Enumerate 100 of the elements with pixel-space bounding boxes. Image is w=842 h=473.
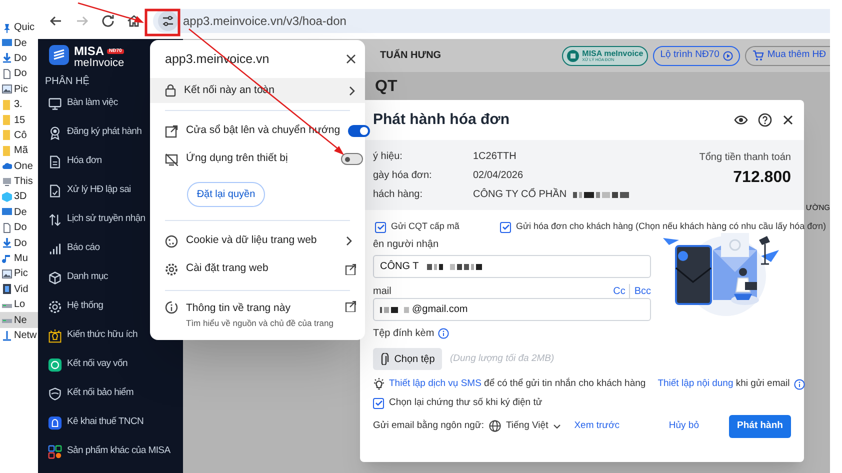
- logo-icon: [567, 50, 580, 62]
- highlight-box: [144, 8, 180, 36]
- publish-button[interactable]: Phát hành: [729, 414, 791, 438]
- navigation-item[interactable]: Do: [0, 220, 38, 236]
- folder-icon: [2, 100, 12, 110]
- lightbulb-icon: [48, 328, 62, 342]
- help-icon[interactable]: [758, 113, 772, 127]
- cc-link[interactable]: Cc: [609, 284, 630, 298]
- menu-item[interactable]: Báo cáo: [67, 241, 100, 256]
- eye-icon[interactable]: [734, 113, 748, 127]
- info-icon: [165, 301, 178, 314]
- navigation-item[interactable]: Mã: [0, 143, 38, 159]
- cancel-button[interactable]: Hủy bỏ: [668, 418, 699, 434]
- navigation-item[interactable]: This: [0, 174, 38, 190]
- row-label: Cài đặt trang web: [186, 261, 270, 276]
- external-link-icon: [345, 264, 356, 274]
- play-icon: [723, 50, 734, 60]
- toggle-switch[interactable]: [341, 153, 363, 165]
- monitor-icon: [2, 207, 12, 218]
- folder-icon: [2, 146, 12, 156]
- bcc-link[interactable]: Bcc: [630, 284, 651, 298]
- menu-row[interactable]: Cookie và dữ liệu trang web: [150, 227, 365, 255]
- menu-item[interactable]: Kết nối vay vốn: [67, 357, 128, 372]
- navigation-item[interactable]: 3D: [0, 189, 38, 205]
- field-label: hách hàng:: [373, 188, 424, 202]
- menu-item[interactable]: Đăng ký phát hành: [67, 125, 142, 140]
- menu-item[interactable]: Hệ thống: [67, 299, 104, 314]
- navigation-item[interactable]: Do: [0, 50, 38, 66]
- navigation-item[interactable]: Do: [0, 66, 38, 82]
- tune-icon: [162, 15, 174, 27]
- menu-item[interactable]: Kiến thức hữu ích: [67, 328, 138, 343]
- menu-item[interactable]: Kê khai thuế TNCN: [67, 415, 144, 430]
- navigation-item[interactable]: One: [0, 158, 38, 174]
- close-icon[interactable]: [346, 54, 356, 64]
- menu-item[interactable]: Kết nối bảo hiểm: [67, 386, 134, 401]
- checkbox[interactable]: [373, 398, 384, 408]
- navigation-item[interactable]: Cô: [0, 128, 38, 144]
- menu-item[interactable]: Hóa đơn: [67, 154, 102, 169]
- navigation-item[interactable]: Quic: [0, 20, 38, 36]
- reset-permissions-button[interactable]: Đặt lại quyền: [187, 182, 265, 207]
- navigation-item[interactable]: Vid: [0, 282, 38, 298]
- roadmap-button[interactable]: Lộ trình NĐ70: [653, 46, 740, 66]
- info-icon[interactable]: [438, 328, 450, 338]
- download-icon: [2, 238, 12, 248]
- up-down-arrows-icon: [48, 212, 62, 226]
- language-dropdown[interactable]: Tiếng Việt: [488, 418, 562, 434]
- hint-text: Thiết lập nội dung khi gửi email: [658, 376, 790, 391]
- menu-row[interactable]: Thông tin về trang này Tìm hiểu về nguồn và chủ đề của trang: [150, 291, 365, 330]
- menu-item[interactable]: Danh mục: [67, 270, 108, 285]
- checkbox[interactable]: [500, 222, 511, 232]
- menu-item[interactable]: Bàn làm việc: [67, 96, 118, 111]
- site-info-button[interactable]: [158, 11, 178, 31]
- navigation-item[interactable]: Mu: [0, 250, 38, 266]
- email-field[interactable]: @gmail.com: [373, 298, 651, 321]
- navigation-item[interactable]: 3.: [0, 96, 38, 112]
- settings-link[interactable]: Thiết lập dịch vụ SMS: [389, 378, 482, 389]
- cart-icon: [752, 50, 764, 62]
- folder-icon: [2, 115, 12, 126]
- lock-icon: [165, 84, 176, 97]
- menu-item[interactable]: Lịch sử truyền nhận: [67, 212, 146, 227]
- recipient-field[interactable]: CÔNG T: [373, 255, 651, 278]
- chevron-right-icon: [348, 86, 356, 96]
- navigation-item[interactable]: Pic: [0, 266, 38, 282]
- row-label: Cookie và dữ liệu trang web: [186, 233, 318, 248]
- row-description: Tìm hiểu về nguồn và chủ đề của trang: [186, 316, 334, 330]
- buy-more-button[interactable]: Mua thêm HĐ: [745, 46, 830, 66]
- navigation-item[interactable]: Ne: [0, 312, 38, 328]
- navigation-item[interactable]: Lo: [0, 297, 38, 312]
- menu-item[interactable]: Xử lý HĐ lập sai: [67, 183, 131, 198]
- address-bar[interactable]: app3.meinvoice.vn/v3/hoa-don: [153, 9, 830, 33]
- logo-text: MISA: [74, 45, 104, 57]
- annotation-arrow: [78, 2, 144, 23]
- settings-link[interactable]: Thiết lập nội dung: [658, 378, 734, 389]
- cube-icon: [48, 270, 62, 284]
- menu-item[interactable]: Sản phẩm khác của MISA: [67, 444, 170, 459]
- navigation-item[interactable]: De: [0, 35, 38, 51]
- navigation-item[interactable]: De: [0, 204, 38, 220]
- settings-icon: [48, 300, 62, 314]
- toggle-switch[interactable]: [348, 125, 370, 137]
- total-amount: 712.800: [733, 168, 791, 188]
- navigation-item[interactable]: 15: [0, 112, 38, 128]
- checkbox[interactable]: [375, 222, 386, 232]
- choose-file-button[interactable]: Chọn tệp: [373, 348, 442, 370]
- info-icon[interactable]: [794, 378, 805, 390]
- navigation-item[interactable]: Pic: [0, 82, 38, 97]
- navigation-item[interactable]: Netw: [0, 328, 38, 344]
- preview-link[interactable]: Xem trước: [574, 418, 620, 434]
- close-icon[interactable]: [782, 114, 794, 126]
- field-label: mail: [373, 284, 392, 298]
- reload-icon[interactable]: [100, 13, 116, 29]
- lightbulb-icon: [373, 378, 385, 390]
- external-window-icon: [165, 124, 178, 138]
- total-label: Tổng tiền thanh toán: [699, 150, 791, 165]
- permission-label: Ứng dụng trên thiết bị: [186, 151, 289, 166]
- page-title: QT: [375, 77, 398, 97]
- monitor-icon: [2, 38, 12, 48]
- monitor-off-icon: [165, 152, 178, 166]
- document-check-icon: [48, 184, 62, 198]
- navigation-item[interactable]: Do: [0, 235, 38, 251]
- menu-row[interactable]: Cài đặt trang web: [150, 255, 365, 283]
